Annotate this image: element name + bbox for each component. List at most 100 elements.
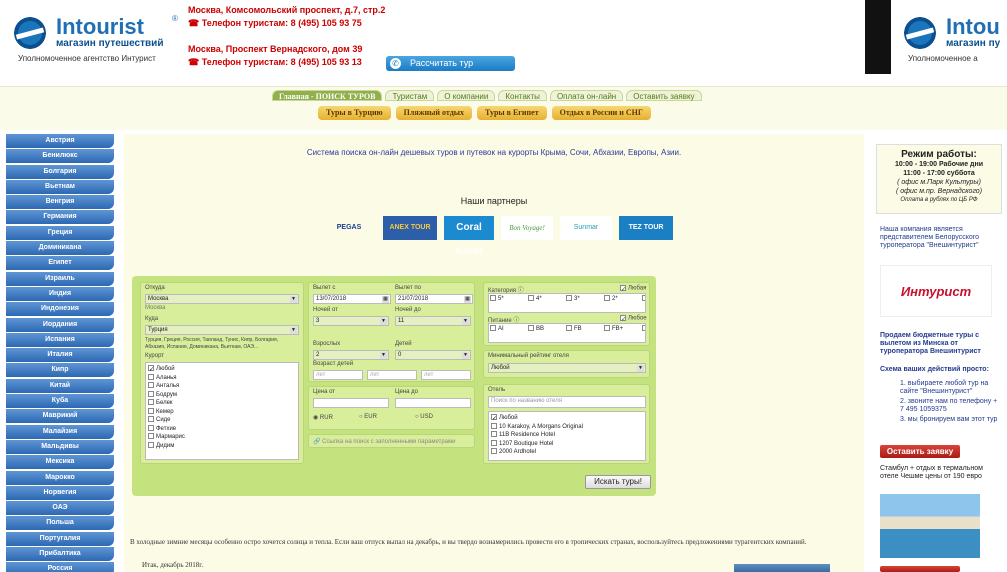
tab-contacts[interactable]: Контакты [498,90,547,101]
category-any[interactable]: ✓ Любая [620,285,646,293]
sidebar-item-country[interactable]: Доминикана [6,241,114,256]
resort-option[interactable]: Бодрум [148,390,296,400]
hotel-list[interactable]: ✓ Любой 10 Karakoy, A Morgans Original 11B … [488,411,646,461]
sidebar-item-country[interactable]: Норвегия [6,485,114,500]
sidebar-item-country[interactable]: Вьетнам [6,179,114,194]
resort-option[interactable]: Анталья [148,382,296,391]
partner-logo-sunmar[interactable]: Sunmar [560,216,612,240]
hotel-option[interactable]: 10 Karakoy, A Morgans Original [491,422,643,432]
resort-option[interactable]: ✓ Любой [148,365,296,374]
category-option[interactable]: 4* [528,295,566,304]
children-select[interactable]: 0 ▼ [395,350,471,360]
meal-option[interactable]: HB [642,325,645,334]
meal-option[interactable]: FB [566,325,604,334]
sidebar-item-country[interactable]: Кипр [6,363,114,378]
resort-option[interactable]: Мармарис [148,433,296,442]
sidebar-item-country[interactable]: Австрия [6,134,114,148]
partner-logo-pegas[interactable]: PEGAS [322,216,376,240]
tab-about[interactable]: О компании [437,90,496,101]
calculate-tour-button[interactable]: ✆ Рассчитать тур [386,56,515,71]
tab-leave-request[interactable]: Оставить заявку [626,90,702,101]
hotel-option[interactable]: ✓ Любой [491,414,643,423]
calendar-icon[interactable]: ▦ [382,296,389,303]
sidebar-item-country[interactable]: Куба [6,394,114,409]
news-istanbul[interactable]: Стамбул + отдых в термальном отеле Чешме… [880,465,1000,481]
hotel-option[interactable]: 11B Residence Hotel [491,431,643,440]
intourist-banner[interactable]: Интурист [880,265,992,317]
to-select[interactable]: Турция ▼ [145,325,299,335]
sidebar-item-country[interactable]: Португалия [6,531,114,546]
hotel-option[interactable]: 2000 Ardhotel [491,448,643,457]
secondary-button-strip[interactable] [880,566,960,572]
logo[interactable]: Intourist ® магазин путешествий Уполномо… [10,14,180,64]
sidebar-item-country[interactable]: Марокко [6,470,114,485]
sidebar-item-country[interactable]: Италия [6,348,114,363]
meal-option[interactable]: BB [528,325,566,334]
nights-from-select[interactable]: 3 ▼ [313,316,389,326]
child-age-3[interactable]: лет [421,370,471,380]
sidebar-item-country[interactable]: Германия [6,210,114,225]
adults-select[interactable]: 2 ▼ [313,350,389,360]
resort-option[interactable]: Кемер [148,407,296,417]
resort-option[interactable]: Аланья [148,373,296,383]
resort-option[interactable]: Фетхие [148,424,296,434]
sidebar-item-country[interactable]: Израиль [6,271,114,286]
depart-to-input[interactable]: 21/07/2018 ▦ [395,294,473,304]
category-option[interactable]: 3* [566,295,604,304]
category-option[interactable]: 1* [642,295,645,304]
sidebar-item-country[interactable]: Индия [6,286,114,301]
sidebar-item-country[interactable]: Иордания [6,317,114,332]
currency-usd[interactable]: ○ USD [415,414,433,420]
sidebar-item-country[interactable]: Болгария [6,164,114,179]
sidebar-item-country[interactable]: Китай [6,378,114,393]
sidebar-item-country[interactable]: Греция [6,225,114,240]
sidebar-item-country[interactable]: Маврикий [6,409,114,424]
subtab-turkey[interactable]: Туры в Турцию [318,106,391,120]
partner-logo-tez[interactable]: TEZ TOUR [619,216,673,240]
search-tours-button[interactable]: Искать туры! [585,475,651,489]
child-age-2[interactable]: лет [367,370,417,380]
rating-select[interactable]: Любой ▼ [488,363,646,373]
sidebar-item-country[interactable]: Мексика [6,455,114,470]
price-to-input[interactable] [395,398,471,408]
sidebar-item-country[interactable]: Прибалтика [6,547,114,562]
category-option[interactable]: 2* [604,295,642,304]
subtab-beach[interactable]: Пляжный отдых [395,106,472,120]
hotel-search-input[interactable]: Поиск по названию отеля [488,396,646,408]
logo-repeat[interactable]: Intou магазин пу Уполномоченное а [900,14,1007,64]
resort-list[interactable]: ✓ Любой Аланья Анталья Бодрум Белек Кемер Сиде Ф… [145,362,299,460]
tab-home-search[interactable]: Главная - ПОИСК ТУРОВ [272,90,383,101]
sidebar-item-country[interactable]: Малайзия [6,424,114,439]
depart-from-input[interactable]: 13/07/2018 ▦ [313,294,391,304]
sidebar-item-country[interactable]: Венгрия [6,195,114,210]
resort-option[interactable]: Сиде [148,416,296,425]
currency-rur[interactable]: ◉ RUR [313,414,333,421]
sidebar-item-country[interactable]: ОАЭ [6,501,114,516]
sidebar-item-country[interactable]: Бенилюкс [6,149,114,164]
nights-to-select[interactable]: 11 ▼ [395,316,471,326]
category-option[interactable]: 5* [490,295,528,304]
tab-tourists[interactable]: Туристам [385,90,435,101]
partner-logo-anex[interactable]: ANEX TOUR [383,216,437,240]
share-link-panel[interactable]: 🔗 Ссылка на поиск с заполненными парамет… [308,434,475,448]
child-age-1[interactable]: лет [313,370,363,380]
sidebar-item-country[interactable]: Польша [6,516,114,531]
sidebar-item-country[interactable]: Индонезия [6,302,114,317]
resort-option[interactable]: Белек [148,399,296,408]
tab-online-payment[interactable]: Оплата он-лайн [549,90,624,101]
resort-option[interactable]: Дидим [148,441,296,451]
sidebar-item-country[interactable]: Россия [6,562,114,572]
calendar-icon[interactable]: ▦ [464,296,471,303]
sidebar-item-country[interactable]: Мальдивы [6,439,114,454]
subtab-russia[interactable]: Отдых в России и СНГ [551,106,651,120]
currency-eur[interactable]: ○ EUR [359,414,377,420]
subtab-egypt[interactable]: Туры в Египет [477,106,547,120]
sidebar-item-country[interactable]: Испания [6,332,114,347]
news-photo[interactable] [880,494,980,558]
partner-logo-coral[interactable]: Coral travel [444,216,494,257]
hotel-option[interactable]: 1207 Boutique Hotel [491,439,643,449]
meal-option[interactable]: FB+ [604,325,642,334]
partner-logo-bonvoyage[interactable]: Bon Voyage! [501,216,553,240]
leave-request-button[interactable]: Оставить заявку [880,445,960,458]
meal-any[interactable]: ✓ Любое [620,315,647,323]
